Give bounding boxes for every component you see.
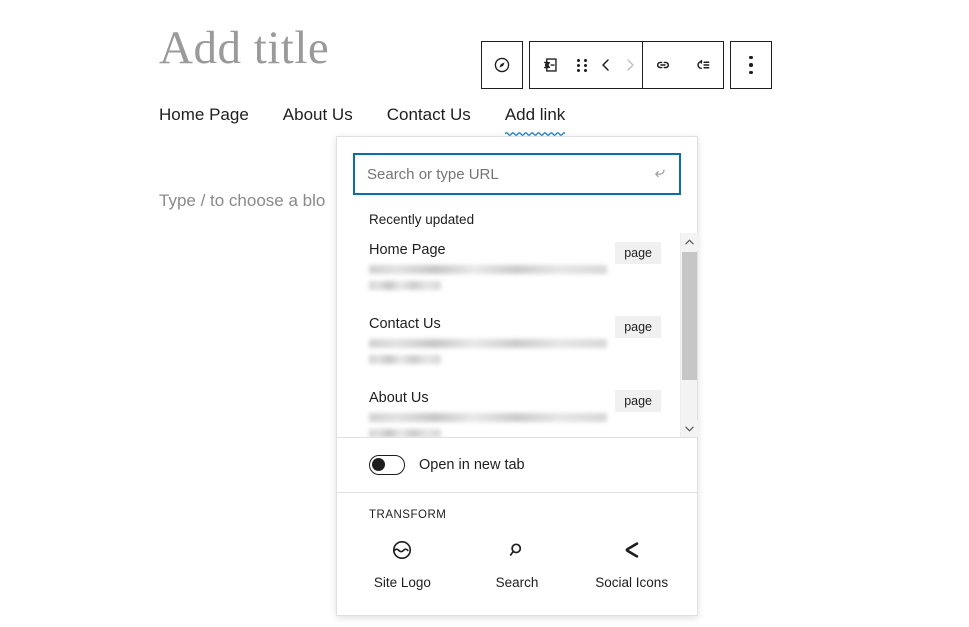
enter-arrow-icon[interactable] xyxy=(647,162,671,186)
move-right-icon[interactable] xyxy=(618,42,642,88)
drag-dots-icon xyxy=(577,58,587,72)
transform-option-label: Search xyxy=(495,575,539,590)
link-search-row xyxy=(337,137,697,195)
toggle-knob xyxy=(372,458,385,471)
open-in-new-tab-toggle[interactable] xyxy=(369,455,405,475)
open-in-new-tab-row: Open in new tab xyxy=(337,437,697,492)
nav-item-add-link[interactable]: Add link xyxy=(504,103,566,136)
transform-section: TRANSFORM Site Logo Search Social Icons xyxy=(337,492,697,615)
transform-options: Site Logo Search Social Icons xyxy=(345,531,689,595)
open-in-new-tab-label: Open in new tab xyxy=(419,457,525,473)
navigation-block: Home Page About Us Contact Us Add link xyxy=(159,103,566,136)
editor-canvas: Add title Home Page About Us Contact Us … xyxy=(0,0,969,627)
link-popover: Recently updated Home Page page Contact … xyxy=(336,136,698,616)
paragraph-placeholder[interactable]: Type / to choose a blo xyxy=(159,189,325,213)
link-icon[interactable] xyxy=(643,42,683,88)
transform-heading: TRANSFORM xyxy=(369,509,447,521)
result-type-badge: page xyxy=(615,242,661,264)
navigation-mode-icon[interactable] xyxy=(482,42,522,88)
transform-option-social-icons[interactable]: Social Icons xyxy=(574,531,689,595)
site-logo-icon xyxy=(389,537,415,563)
search-input[interactable] xyxy=(355,155,679,193)
link-search-field[interactable] xyxy=(353,153,681,195)
result-type-badge: page xyxy=(615,390,661,412)
social-icons-icon xyxy=(620,537,644,563)
scroll-up-icon[interactable] xyxy=(681,233,698,250)
scroll-down-icon[interactable] xyxy=(681,420,698,437)
toolbar-group-options xyxy=(730,41,772,89)
vertical-dots-icon xyxy=(749,55,753,75)
result-url-redacted xyxy=(369,265,609,290)
search-icon xyxy=(505,537,529,563)
list-item[interactable]: Contact Us page xyxy=(337,307,681,381)
result-url-redacted xyxy=(369,339,609,364)
add-submenu-icon[interactable] xyxy=(683,42,723,88)
nav-item-about-us[interactable]: About Us xyxy=(283,103,353,127)
scrollbar-thumb[interactable] xyxy=(682,252,697,380)
move-left-icon[interactable] xyxy=(594,42,618,88)
toolbar-group-navigation-mode xyxy=(481,41,523,89)
more-options-icon[interactable] xyxy=(731,42,771,88)
result-url-redacted xyxy=(369,413,609,437)
list-item[interactable]: About Us page xyxy=(337,381,681,437)
nav-item-home-page[interactable]: Home Page xyxy=(159,103,249,127)
results-wrap: Home Page page Contact Us page About Us … xyxy=(337,233,698,437)
transform-option-search[interactable]: Search xyxy=(460,531,575,595)
results-heading: Recently updated xyxy=(369,212,475,227)
nav-item-contact-us[interactable]: Contact Us xyxy=(387,103,471,127)
drag-handle-icon[interactable] xyxy=(570,42,594,88)
transform-option-site-logo[interactable]: Site Logo xyxy=(345,531,460,595)
post-title-placeholder[interactable]: Add title xyxy=(159,20,329,76)
link-results-list: Home Page page Contact Us page About Us … xyxy=(337,233,681,437)
transform-option-label: Social Icons xyxy=(595,575,669,590)
block-toolbar xyxy=(481,41,772,89)
nav-item-add-link-label: Add link xyxy=(504,105,566,124)
toolbar-group-block-controls xyxy=(529,41,724,89)
result-type-badge: page xyxy=(615,316,661,338)
transform-option-label: Site Logo xyxy=(373,575,431,590)
list-item[interactable]: Home Page page xyxy=(337,233,681,307)
results-scrollbar[interactable] xyxy=(680,233,698,437)
block-type-navigation-link-icon[interactable] xyxy=(530,42,570,88)
